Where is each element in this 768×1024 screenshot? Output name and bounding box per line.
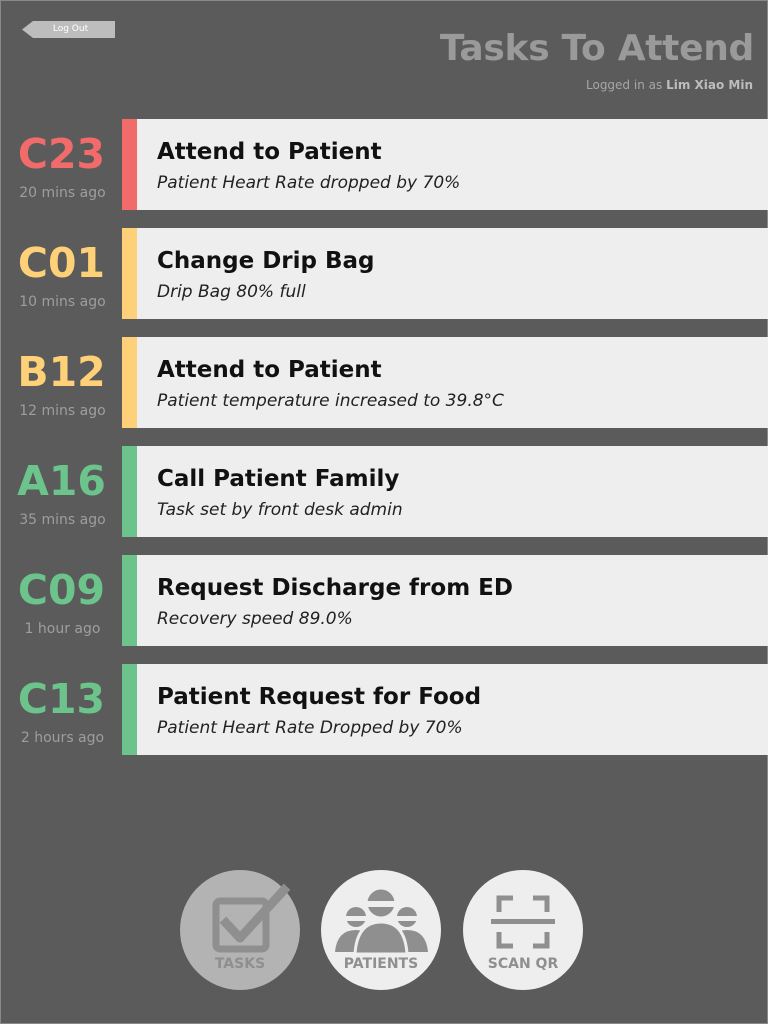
task-title: Patient Request for Food [157,684,482,710]
logged-in-prefix: Logged in as [586,78,663,92]
priority-stripe [122,664,137,755]
task-time: 1 hour ago [24,621,101,637]
task-card[interactable]: Patient Request for Food Patient Heart R… [122,664,768,755]
task-card[interactable]: Attend to Patient Patient Heart Rate dro… [122,119,768,210]
bed-number: C23 [17,130,106,178]
bed-number: C01 [17,239,106,287]
task-row: A16 35 mins ago Call Patient Family Task… [0,446,768,537]
task-title: Attend to Patient [157,357,382,383]
task-title: Attend to Patient [157,139,382,165]
priority-stripe [122,446,137,537]
logged-in-status: Logged in as Lim Xiao Min [586,78,753,92]
logout-button[interactable]: Log Out [22,21,115,38]
priority-stripe [122,555,137,646]
priority-stripe [122,119,137,210]
task-time: 10 mins ago [19,294,106,310]
nav-scan-button[interactable]: SCAN QR [463,870,583,990]
nav-scan-label: SCAN QR [487,956,559,972]
task-card[interactable]: Attend to Patient Patient temperature in… [122,337,768,428]
task-row: B12 12 mins ago Attend to Patient Patien… [0,337,768,428]
task-time: 20 mins ago [19,185,106,201]
task-time: 35 mins ago [19,512,106,528]
task-row: C13 2 hours ago Patient Request for Food… [0,664,768,755]
nav-tasks-label: TASKS [214,956,266,972]
nav-patients-label: PATIENTS [343,956,419,972]
page-title: Tasks To Attend [439,28,754,69]
task-detail: Drip Bag 80% full [157,282,306,302]
nav-tasks-button[interactable]: TASKS [180,870,300,990]
task-detail: Task set by front desk admin [157,500,403,520]
bed-number: C13 [17,675,106,723]
task-time: 2 hours ago [20,730,105,746]
patients-group-icon [335,886,428,956]
task-detail: Patient temperature increased to 39.8°C [157,391,504,411]
task-detail: Patient Heart Rate Dropped by 70% [157,718,463,738]
bed-number: B12 [17,348,106,396]
task-card[interactable]: Change Drip Bag Drip Bag 80% full [122,228,768,319]
bed-number: A16 [17,457,106,505]
task-row: C09 1 hour ago Request Discharge from ED… [0,555,768,646]
qr-scan-icon [491,895,555,949]
task-title: Call Patient Family [157,466,400,492]
task-detail: Patient Heart Rate dropped by 70% [157,173,461,193]
priority-stripe [122,228,137,319]
task-detail: Recovery speed 89.0% [157,609,353,629]
task-time: 12 mins ago [19,403,106,419]
logout-label: Log Out [52,24,89,34]
task-card[interactable]: Request Discharge from ED Recovery speed… [122,555,768,646]
user-name: Lim Xiao Min [666,78,753,92]
task-title: Change Drip Bag [157,248,375,274]
task-row: C01 10 mins ago Change Drip Bag Drip Bag… [0,228,768,319]
task-row: C23 20 mins ago Attend to Patient Patien… [0,119,768,210]
bed-number: C09 [17,566,106,614]
priority-stripe [122,337,137,428]
nav-patients-button[interactable]: PATIENTS [321,870,441,990]
checkbox-icon [212,883,291,953]
task-card[interactable]: Call Patient Family Task set by front de… [122,446,768,537]
task-title: Request Discharge from ED [157,575,513,601]
